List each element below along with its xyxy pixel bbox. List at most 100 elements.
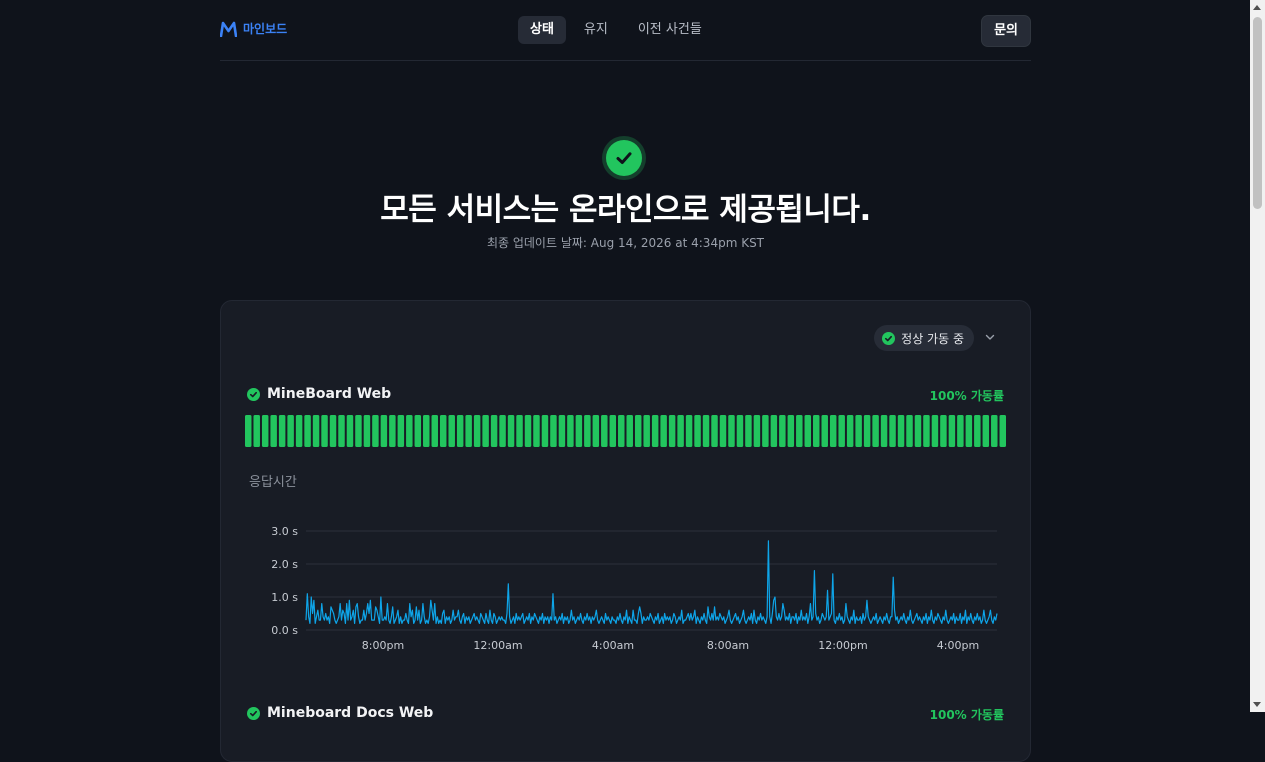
scroll-down-arrow-icon[interactable]	[1253, 702, 1261, 707]
uptime-day-bar[interactable]	[634, 415, 642, 447]
uptime-day-bar[interactable]	[931, 415, 939, 447]
brand-link[interactable]: 마인보드	[220, 20, 287, 37]
uptime-day-bar[interactable]	[923, 415, 930, 447]
service-row[interactable]: MineBoard Web 100% 가동률	[247, 386, 1004, 406]
service-row[interactable]: Mineboard Docs Web 100% 가동률	[247, 705, 1004, 725]
contact-button[interactable]: 문의	[981, 15, 1031, 47]
uptime-day-bar[interactable]	[643, 415, 650, 447]
uptime-day-bar[interactable]	[261, 415, 269, 447]
scrollbar[interactable]	[1250, 0, 1265, 712]
uptime-day-bar[interactable]	[838, 415, 845, 447]
uptime-day-bar[interactable]	[567, 415, 574, 447]
scroll-up-arrow-icon[interactable]	[1253, 5, 1261, 10]
uptime-day-bar[interactable]	[423, 415, 430, 447]
uptime-day-bar[interactable]	[550, 415, 557, 447]
uptime-day-bar[interactable]	[601, 415, 608, 447]
uptime-day-bar[interactable]	[982, 415, 990, 447]
uptime-day-bar[interactable]	[524, 415, 532, 447]
uptime-day-bar[interactable]	[880, 415, 888, 447]
uptime-day-bar[interactable]	[889, 415, 896, 447]
uptime-day-bar[interactable]	[694, 415, 701, 447]
uptime-day-bar[interactable]	[999, 415, 1006, 447]
tab-maintenance[interactable]: 유지	[572, 16, 620, 44]
uptime-day-bar[interactable]	[855, 415, 862, 447]
uptime-day-bar[interactable]	[338, 415, 345, 447]
uptime-day-bar[interactable]	[304, 415, 311, 447]
uptime-day-bar[interactable]	[626, 415, 633, 447]
uptime-day-bar[interactable]	[736, 415, 744, 447]
uptime-day-bar[interactable]	[974, 415, 981, 447]
uptime-day-bar[interactable]	[499, 415, 506, 447]
uptime-day-bar[interactable]	[872, 415, 879, 447]
uptime-day-bar[interactable]	[456, 415, 464, 447]
uptime-day-bar[interactable]	[609, 415, 617, 447]
uptime-day-bar[interactable]	[490, 415, 498, 447]
uptime-day-bar[interactable]	[448, 415, 455, 447]
tab-status[interactable]: 상태	[518, 16, 566, 44]
uptime-day-bar[interactable]	[473, 415, 481, 447]
uptime-day-bar[interactable]	[796, 415, 803, 447]
uptime-day-bar[interactable]	[914, 415, 922, 447]
uptime-day-bar[interactable]	[957, 415, 964, 447]
uptime-day-bar[interactable]	[651, 415, 659, 447]
uptime-day-bar[interactable]	[482, 415, 489, 447]
uptime-day-bar[interactable]	[668, 415, 676, 447]
uptime-day-bar[interactable]	[355, 415, 362, 447]
uptime-day-bar[interactable]	[575, 415, 583, 447]
uptime-day-bar[interactable]	[702, 415, 710, 447]
uptime-day-bar[interactable]	[863, 415, 871, 447]
uptime-day-bar[interactable]	[414, 415, 422, 447]
uptime-day-bar[interactable]	[541, 415, 549, 447]
scrollbar-thumb[interactable]	[1253, 17, 1262, 209]
uptime-day-bar[interactable]	[465, 415, 472, 447]
uptime-day-bar[interactable]	[813, 415, 820, 447]
uptime-day-bar[interactable]	[312, 415, 320, 447]
uptime-day-bar[interactable]	[745, 415, 752, 447]
uptime-day-bar[interactable]	[270, 415, 277, 447]
uptime-day-bar[interactable]	[906, 415, 913, 447]
uptime-day-bar[interactable]	[287, 415, 294, 447]
uptime-day-bar[interactable]	[948, 415, 956, 447]
uptime-day-bar[interactable]	[372, 415, 379, 447]
uptime-day-bar[interactable]	[439, 415, 447, 447]
uptime-day-bar[interactable]	[431, 415, 438, 447]
uptime-day-bar[interactable]	[940, 415, 947, 447]
uptime-day-bar[interactable]	[660, 415, 667, 447]
uptime-day-bar[interactable]	[245, 415, 252, 447]
uptime-day-bar[interactable]	[380, 415, 388, 447]
uptime-day-bar[interactable]	[618, 415, 625, 447]
uptime-day-bar[interactable]	[295, 415, 303, 447]
status-filter-dropdown[interactable]: 정상 가동 중	[874, 325, 974, 351]
uptime-day-bar[interactable]	[719, 415, 727, 447]
uptime-day-bar[interactable]	[389, 415, 396, 447]
uptime-day-bar[interactable]	[846, 415, 854, 447]
tab-past-incidents[interactable]: 이전 사건들	[626, 16, 714, 44]
uptime-day-bar[interactable]	[991, 415, 998, 447]
uptime-day-bar[interactable]	[965, 415, 973, 447]
uptime-day-bar[interactable]	[507, 415, 515, 447]
uptime-day-bar[interactable]	[321, 415, 328, 447]
uptime-day-bar[interactable]	[346, 415, 354, 447]
uptime-day-bar[interactable]	[779, 415, 786, 447]
uptime-day-bar[interactable]	[787, 415, 795, 447]
uptime-day-bar[interactable]	[770, 415, 778, 447]
uptime-day-bar[interactable]	[711, 415, 718, 447]
uptime-day-bar[interactable]	[592, 415, 600, 447]
uptime-day-bar[interactable]	[685, 415, 693, 447]
uptime-day-bar[interactable]	[753, 415, 761, 447]
uptime-day-bar[interactable]	[516, 415, 523, 447]
uptime-day-bar[interactable]	[406, 415, 413, 447]
uptime-day-bar[interactable]	[329, 415, 337, 447]
chevron-down-icon[interactable]	[984, 331, 996, 343]
uptime-day-bar[interactable]	[804, 415, 812, 447]
uptime-day-bar[interactable]	[897, 415, 905, 447]
uptime-day-bar[interactable]	[829, 415, 837, 447]
uptime-day-bar[interactable]	[363, 415, 371, 447]
uptime-day-bar[interactable]	[533, 415, 540, 447]
uptime-day-bar[interactable]	[558, 415, 566, 447]
uptime-day-bar[interactable]	[278, 415, 286, 447]
uptime-day-bar[interactable]	[584, 415, 591, 447]
uptime-day-bar[interactable]	[821, 415, 828, 447]
uptime-day-bar[interactable]	[728, 415, 735, 447]
uptime-day-bar[interactable]	[397, 415, 405, 447]
